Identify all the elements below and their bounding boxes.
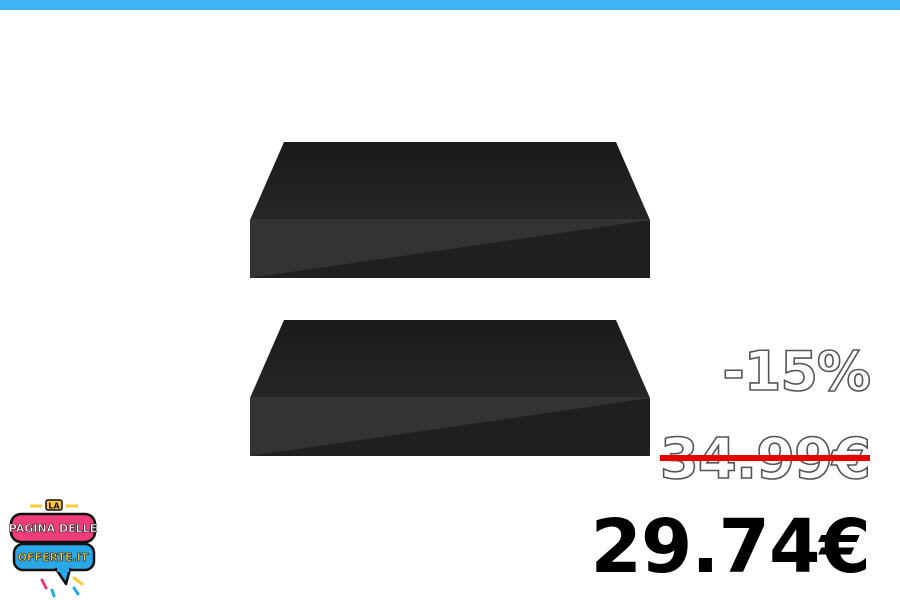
- product-box-upper: [250, 142, 650, 278]
- top-accent-bar: [0, 0, 900, 10]
- discount-label: -15%: [722, 339, 872, 404]
- old-price-wrap: 34.99€: [659, 427, 872, 493]
- logo-text-pagina: PAGINA DELLE: [9, 522, 97, 535]
- product-box-lower: [250, 320, 650, 456]
- product-image: [250, 142, 650, 456]
- current-price: 29.74€: [590, 504, 871, 590]
- logo-text-la: LA: [48, 502, 60, 511]
- strikethrough-line: [659, 455, 870, 461]
- logo-text-offerte: OFFERTE.IT: [18, 551, 89, 564]
- brand-logo: LA PAGINA DELLE OFFERTE.IT: [8, 499, 98, 598]
